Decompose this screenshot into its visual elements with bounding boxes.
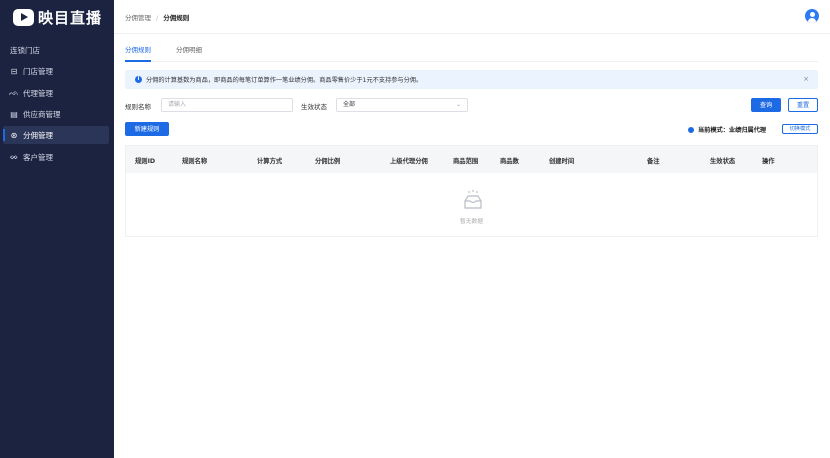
customer-icon: ᨖ bbox=[9, 152, 19, 161]
tabs: 分佣规则 分佣明细 bbox=[125, 44, 818, 62]
status-select-value: 全部 bbox=[343, 101, 356, 108]
sidebar-item-supplier-management[interactable]: ▤ 供应商管理 bbox=[3, 105, 109, 123]
sidebar-item-label: 连锁门店 bbox=[10, 45, 40, 55]
close-icon[interactable]: × bbox=[803, 75, 809, 83]
column-header: 创建时间 bbox=[549, 158, 575, 165]
column-header: 规则ID bbox=[135, 158, 156, 165]
sidebar-item-label: 客户管理 bbox=[23, 152, 53, 162]
column-header: 上级代理分佣 bbox=[390, 158, 428, 165]
breadcrumb-current: 分佣规则 bbox=[163, 14, 190, 22]
avatar-body bbox=[808, 18, 816, 23]
store-icon: ⊟ bbox=[10, 66, 18, 76]
supplier-icon: ▤ bbox=[10, 109, 18, 119]
info-alert: i 分佣的计算基数为商品，即商品的每笔订单算作一笔业绩分佣。商品零售价少于1元不… bbox=[125, 70, 818, 89]
rule-name-label: 规则名称 bbox=[125, 103, 151, 111]
column-header: 生效状态 bbox=[710, 158, 736, 165]
current-mode-text: 当前模式：业绩归属代理 bbox=[698, 127, 767, 134]
sidebar-item-agent-management[interactable]: ᨒ 代理管理 bbox=[3, 84, 109, 102]
column-header: 商品数 bbox=[500, 158, 519, 165]
breadcrumb-parent[interactable]: 分佣管理 bbox=[125, 14, 151, 22]
rules-table: 规则ID 规则名称 计算方式 分佣比例 上级代理分佣 商品范围 商品数 创建时间… bbox=[125, 145, 818, 237]
status-select[interactable]: 全部 ⌄ bbox=[336, 98, 468, 112]
breadcrumb-separator: / bbox=[156, 14, 159, 22]
table-header: 规则ID 规则名称 计算方式 分佣比例 上级代理分佣 商品范围 商品数 创建时间… bbox=[126, 146, 817, 173]
column-header: 分佣比例 bbox=[315, 158, 341, 165]
user-avatar-icon[interactable] bbox=[805, 9, 819, 23]
sidebar: 映目直播 连锁门店 ⊟ 门店管理 ᨒ 代理管理 ▤ 供应商管理 ⊛ 分佣管理 ᨖ… bbox=[0, 0, 114, 458]
empty-box-icon bbox=[464, 190, 482, 209]
app-logo[interactable]: 映目直播 bbox=[13, 7, 102, 27]
current-mode: 当前模式：业绩归属代理 bbox=[688, 125, 766, 134]
tab-commission-details[interactable]: 分佣明细 bbox=[176, 44, 202, 60]
sidebar-item-customer-management[interactable]: ᨖ 客户管理 bbox=[3, 148, 109, 166]
play-logo-icon bbox=[13, 8, 34, 26]
new-rule-button[interactable]: 新建规则 bbox=[125, 122, 169, 136]
empty-state-text: 暂无数据 bbox=[459, 219, 484, 225]
tab-commission-rules[interactable]: 分佣规则 bbox=[125, 44, 151, 62]
agent-icon: ᨒ bbox=[9, 88, 19, 97]
commission-icon: ⊛ bbox=[10, 130, 18, 140]
sidebar-item-label: 分佣管理 bbox=[23, 130, 53, 140]
sidebar-item-commission-management[interactable]: ⊛ 分佣管理 bbox=[3, 126, 109, 144]
alert-message: 分佣的计算基数为商品，即商品的每笔订单算作一笔业绩分佣。商品零售价少于1元不支持… bbox=[146, 77, 423, 84]
column-header: 规则名称 bbox=[182, 158, 208, 165]
breadcrumb: 分佣管理 / 分佣规则 bbox=[125, 12, 189, 22]
status-label: 生效状态 bbox=[301, 103, 327, 111]
switch-mode-button[interactable]: 切换模式 bbox=[782, 124, 818, 134]
column-header: 操作 bbox=[762, 158, 775, 165]
search-button[interactable]: 查询 bbox=[751, 98, 781, 112]
mode-dot-icon bbox=[688, 126, 694, 133]
sidebar-item-label: 供应商管理 bbox=[23, 109, 61, 119]
sidebar-item-chain-stores[interactable]: 连锁门店 bbox=[3, 41, 116, 59]
sidebar-item-label: 门店管理 bbox=[23, 66, 53, 76]
sidebar-item-label: 代理管理 bbox=[23, 88, 53, 98]
rule-name-input[interactable]: 请输入 bbox=[161, 98, 293, 112]
info-icon: i bbox=[135, 76, 142, 83]
chevron-down-icon: ⌄ bbox=[455, 101, 461, 108]
avatar-head bbox=[809, 12, 815, 17]
top-bar: 分佣管理 / 分佣规则 bbox=[114, 0, 830, 34]
column-header: 商品范围 bbox=[453, 158, 479, 165]
brand-name: 映目直播 bbox=[38, 8, 103, 27]
column-header: 备注 bbox=[647, 158, 660, 165]
reset-button[interactable]: 重置 bbox=[788, 98, 818, 112]
sidebar-item-store-management[interactable]: ⊟ 门店管理 bbox=[3, 62, 109, 80]
column-header: 计算方式 bbox=[257, 158, 283, 165]
